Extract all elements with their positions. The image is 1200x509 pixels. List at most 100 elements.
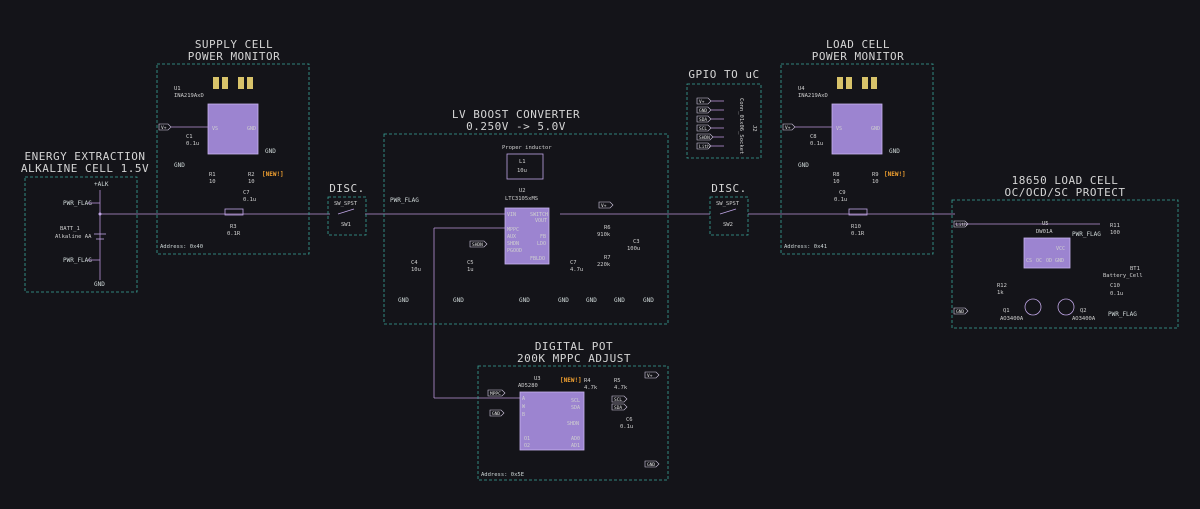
sw2-val: SW_SPST: [716, 201, 740, 207]
gnd-label-u1: GND: [174, 162, 185, 169]
c3-val: 100u: [627, 246, 640, 252]
c4-val: 10u: [411, 267, 421, 273]
u2-pin-ldo: LDO: [537, 241, 546, 247]
c4-ref: C4: [411, 260, 418, 266]
r7-val: 220k: [597, 262, 611, 268]
q2-ref: Q2: [1080, 308, 1087, 314]
r9-new-badge: [NEW!]: [884, 171, 906, 178]
digipot-new-badge: [NEW!]: [560, 377, 582, 384]
r4-ref: R4: [584, 378, 591, 384]
gpio-pin-labels: V+ GND SDA SCL SHDN Lith: [696, 97, 714, 150]
c6-val: 0.1u: [620, 424, 633, 430]
scl-global-label: SCL: [611, 395, 628, 403]
disc2-title: DISC.: [711, 182, 747, 195]
vplus-global-label-1: V+: [158, 123, 172, 131]
pwr-flag-protect-2: PWR_FLAG: [1108, 311, 1137, 318]
u1-pin-vs: VS: [212, 126, 218, 132]
digipot-title-2: 200K MPPC ADJUST: [517, 352, 631, 365]
u2-pin-shdn: SHDN: [507, 241, 519, 247]
supply-address: Address: 0x40: [160, 244, 203, 250]
energy-extraction-block: ENERGY EXTRACTION ALKALINE CELL 1.5V +AL…: [21, 150, 149, 293]
r10-ref: R10: [851, 224, 861, 230]
r7-ref: R7: [604, 255, 611, 261]
r9-val: 10: [872, 179, 879, 185]
u3-pin-b: B: [522, 412, 525, 418]
gnd-c4: GND: [398, 297, 409, 304]
pwr-flag-label-2: PWR_FLAG: [63, 257, 92, 264]
u3-pin-o2: O2: [524, 443, 530, 449]
svg-text:V+: V+: [161, 125, 167, 131]
u4-pin-gnd: GND: [871, 126, 880, 132]
c10-val: 0.1u: [1110, 291, 1123, 297]
u4-val: INA219AxD: [798, 93, 828, 99]
shdn-global-label: SHDN: [469, 240, 488, 248]
pwr-flag-label: PWR_FLAG: [63, 200, 92, 207]
vplus-global-label-dp: V+: [644, 371, 660, 379]
c7b-ref: C7: [570, 260, 577, 266]
u2-val: LTC3105xMS: [505, 196, 538, 202]
svg-text:V+: V+: [601, 203, 607, 209]
gnd-global-label-protect: GND: [953, 307, 969, 315]
u2-pin-aux: AUX: [507, 234, 516, 240]
r2-new-badge: [NEW!]: [262, 171, 284, 178]
protect-block: 18650 LOAD CELL OC/OCD/SC PROTECT Lith U…: [951, 174, 1179, 329]
svg-text:SHDN: SHDN: [472, 242, 483, 248]
u5-pin-oc: OC: [1036, 258, 1042, 264]
r8-ref: R8: [833, 172, 840, 178]
batt1-val: Alkaline AA: [55, 234, 92, 240]
l1-ref: L1: [519, 159, 526, 165]
main-wires: [99, 190, 1100, 399]
gnd-label-u1b: GND: [265, 148, 276, 155]
load-title-2: POWER MONITOR: [812, 50, 905, 63]
u2-pin-fbldo: FBLDO: [530, 256, 545, 262]
boost-block: LV BOOST CONVERTER 0.250V -> 5.0V Proper…: [383, 108, 669, 325]
r9-ref: R9: [872, 172, 879, 178]
gnd-label: GND: [94, 281, 105, 288]
c9-val: 0.1u: [834, 197, 847, 203]
gpio-block: GPIO TO uC V+ GND SDA SCL SHDN Lith J2 C…: [686, 68, 762, 159]
gnd-r7: GND: [586, 297, 597, 304]
u3-ref: U3: [534, 376, 541, 382]
vplus-global-label-4: V+: [782, 123, 796, 131]
r11-val: 100: [1110, 230, 1120, 236]
svg-text:GND: GND: [956, 309, 964, 315]
u3-pin-o1: O1: [524, 436, 530, 442]
svg-text:SCL: SCL: [614, 397, 622, 403]
boost-title-2: 0.250V -> 5.0V: [466, 120, 566, 133]
sw1-ref: SW1: [341, 222, 351, 228]
gnd-c3: GND: [643, 297, 654, 304]
c7-ref: C7: [243, 190, 250, 196]
gpio-pin-1: V+: [699, 99, 705, 105]
bt1-ref: BT1: [1130, 266, 1140, 272]
u3-val: AD5280: [518, 383, 538, 389]
gnd-u2: GND: [519, 297, 530, 304]
c7b-val: 4.7u: [570, 267, 583, 273]
r3-ref: R3: [230, 224, 237, 230]
svg-text:Lith: Lith: [956, 222, 967, 228]
schematic-canvas: ENERGY EXTRACTION ALKALINE CELL 1.5V +AL…: [21, 38, 1179, 481]
vplus-global-label-boost: V+: [598, 201, 614, 209]
gnd-global-label-dp2: GND: [644, 460, 660, 468]
u5-val: DW01A: [1036, 229, 1053, 235]
energy-title-2: ALKALINE CELL 1.5V: [21, 162, 149, 175]
gpio-pin-4: SCL: [699, 126, 707, 132]
disc2-block: DISC. SW_SPST SW2: [709, 182, 749, 236]
r11-ref: R11: [1110, 223, 1120, 229]
digipot-block: DIGITAL POT 200K MPPC ADJUST U3 AD5280 […: [477, 340, 669, 481]
r4-val: 4.7k: [584, 385, 598, 391]
r2-val: 10: [248, 179, 255, 185]
mppc-global-label: MPPC: [487, 389, 506, 397]
gpio-pin-5: SHDN: [699, 135, 710, 141]
r3-val: 0.1R: [227, 231, 241, 237]
u2-ref: U2: [519, 188, 526, 194]
u2-pin-vin: VIN: [507, 212, 516, 218]
u2-pin-mppc: MPPC: [507, 227, 519, 233]
svg-text:GND: GND: [647, 462, 655, 468]
r1-ref: R1: [209, 172, 216, 178]
c3-ref: C3: [633, 239, 640, 245]
r2-ref: R2: [248, 172, 255, 178]
gnd-label-u4: GND: [798, 162, 809, 169]
alk-label: +ALK: [94, 181, 109, 188]
protect-title-2: OC/OCD/SC PROTECT: [1004, 186, 1125, 199]
r6-ref: R6: [604, 225, 611, 231]
